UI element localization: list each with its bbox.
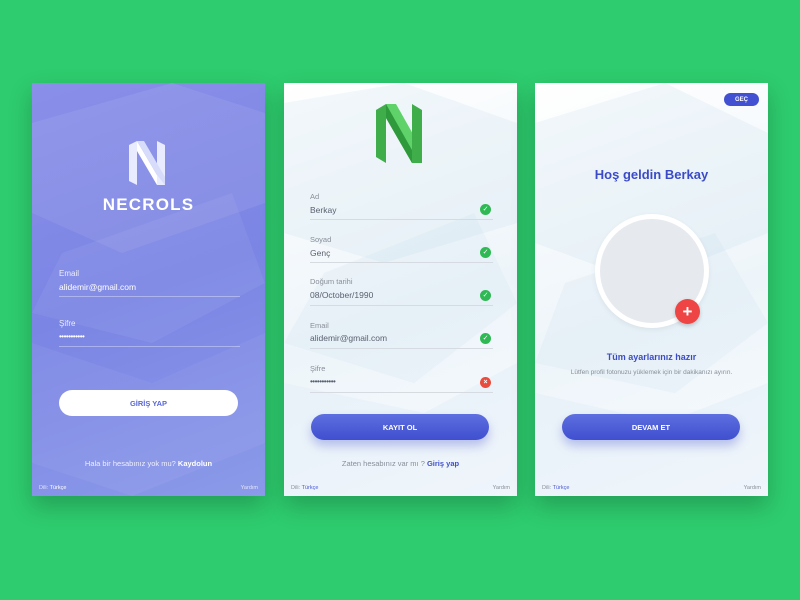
brand-name: NECROLS — [102, 195, 195, 214]
last-name-underline — [310, 262, 493, 263]
email-label: Email — [310, 321, 329, 330]
language-selector[interactable]: Dili: Türkçe — [291, 485, 318, 491]
first-name-label: Ad — [310, 192, 320, 201]
close-icon: × — [480, 377, 491, 388]
check-icon: ✓ — [480, 247, 491, 258]
check-icon: ✓ — [480, 333, 491, 344]
welcome-screen: GEÇ Hoş geldin Berkay + Tüm ayarlarınız … — [535, 83, 768, 496]
language-selector[interactable]: Dili: Türkçe — [542, 485, 569, 491]
birthdate-field[interactable]: 08/October/1990 — [310, 290, 373, 300]
register-screen: Ad Berkay ✓ Soyad Genç ✓ Doğum tarihi 08… — [284, 83, 517, 496]
language-selector[interactable]: Dili: Türkçe — [39, 485, 66, 491]
signin-prompt: Zaten hesabınız var mı ? Giriş yap — [284, 459, 517, 468]
help-link[interactable]: Yardım — [493, 485, 510, 491]
continue-button[interactable]: DEVAM ET — [562, 414, 740, 440]
plus-icon[interactable]: + — [675, 299, 700, 324]
language-label: Dili: — [39, 485, 49, 491]
signin-prompt-text: Zaten hesabınız var mı ? — [341, 459, 425, 468]
check-icon: ✓ — [480, 204, 491, 215]
birthdate-underline — [310, 305, 493, 306]
first-name-field[interactable]: Berkay — [310, 205, 336, 215]
email-field[interactable]: alidemir@gmail.com — [59, 282, 136, 292]
language-value[interactable]: Türkçe — [302, 485, 319, 491]
email-field[interactable]: alidemir@gmail.com — [310, 333, 387, 343]
ready-title: Tüm ayarlarınız hazır — [606, 352, 697, 362]
language-label: Dili: — [542, 485, 552, 491]
password-field[interactable]: ••••••••••• — [59, 332, 85, 341]
password-label: Şifre — [59, 319, 76, 328]
ready-hint: Lütfen profil fotonuzu yüklemek için bir… — [570, 369, 733, 376]
language-label: Dili: — [291, 485, 301, 491]
signup-prompt-text: Hala bir hesabınız yok mu? — [84, 459, 176, 468]
welcome-title: Hoş geldin Berkay — [594, 167, 709, 182]
language-value[interactable]: Türkçe — [50, 485, 67, 491]
signup-prompt: Hala bir hesabınız yok mu? Kaydolun — [32, 459, 265, 468]
login-button[interactable]: GİRİŞ YAP — [59, 390, 238, 416]
last-name-label: Soyad — [310, 235, 332, 244]
necrols-logo-icon — [376, 104, 422, 163]
help-link[interactable]: Yardım — [241, 485, 258, 491]
email-label: Email — [59, 269, 80, 278]
help-link[interactable]: Yardım — [744, 485, 761, 491]
last-name-field[interactable]: Genç — [310, 248, 330, 258]
password-label: Şifre — [310, 364, 326, 373]
signup-link[interactable]: Kaydolun — [178, 459, 212, 468]
password-field[interactable]: ••••••••••• — [310, 377, 336, 386]
skip-button[interactable]: GEÇ — [724, 93, 759, 106]
email-underline — [59, 296, 240, 297]
password-underline — [310, 392, 493, 393]
birthdate-label: Doğum tarihi — [310, 277, 353, 286]
language-value[interactable]: Türkçe — [553, 485, 570, 491]
password-underline — [59, 346, 240, 347]
login-screen: NECROLS Email alidemir@gmail.com Şifre •… — [32, 83, 265, 496]
signin-link[interactable]: Giriş yap — [427, 459, 459, 468]
check-icon: ✓ — [480, 290, 491, 301]
necrols-logo-icon — [129, 141, 165, 185]
first-name-underline — [310, 219, 493, 220]
register-button[interactable]: KAYIT OL — [311, 414, 489, 440]
email-underline — [310, 348, 493, 349]
